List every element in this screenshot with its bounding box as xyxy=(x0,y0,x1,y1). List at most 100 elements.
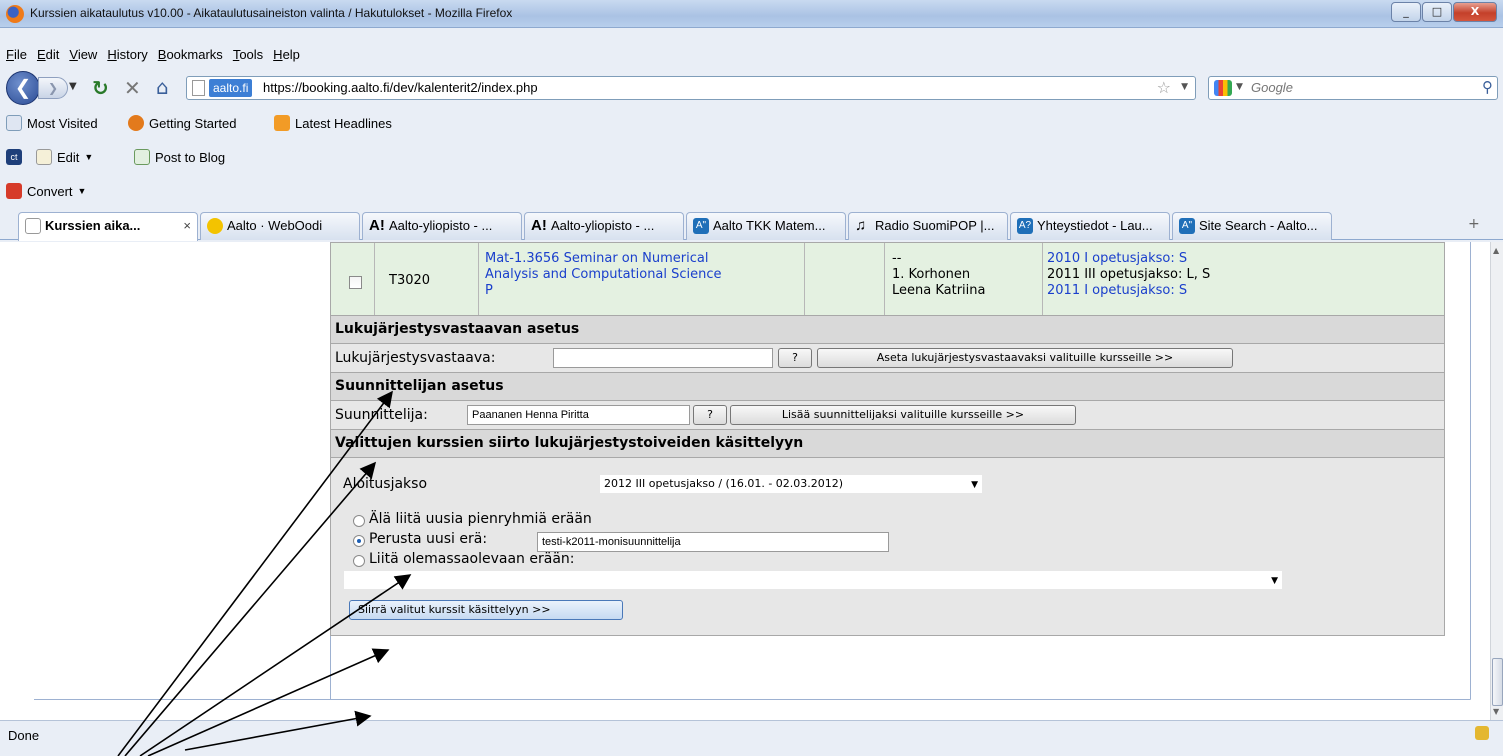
course-checkbox[interactable] xyxy=(349,276,362,289)
period-text: 2011 III opetusjakso: L, S xyxy=(1047,267,1211,282)
planner-input[interactable] xyxy=(467,405,690,425)
tab-yhteystiedot[interactable]: A? Yhteystiedot - Lau... xyxy=(1010,212,1170,240)
existing-batch-select[interactable]: ▼ xyxy=(343,570,1283,590)
search-icon[interactable]: ⚲ xyxy=(1482,78,1493,96)
aalto-quote-icon: A" xyxy=(1179,218,1195,234)
responsible-label: Lukujärjestysvastaava: xyxy=(335,350,496,366)
music-note-icon: ♫ xyxy=(855,217,867,234)
aalto-logo-icon: A! xyxy=(369,217,385,234)
bookmarks-toolbar: Most Visited Getting Started Latest Head… xyxy=(0,112,1503,138)
menu-bookmarks[interactable]: Bookmarks xyxy=(158,44,223,66)
tab-kurssien-aikataulutus[interactable]: Kurssien aika... × xyxy=(18,212,198,241)
forward-button[interactable]: ❯ xyxy=(38,77,68,99)
edit-toolbar-button[interactable]: Edit ▼ xyxy=(36,149,93,165)
blog-icon xyxy=(134,149,150,165)
vertical-scrollbar[interactable]: ▲ ▼ xyxy=(1490,242,1503,720)
url-bar[interactable]: aalto.fi https://booking.aalto.fi/dev/ka… xyxy=(186,76,1196,100)
start-period-label: Aloitusjakso xyxy=(343,476,428,492)
menu-tools[interactable]: Tools xyxy=(233,44,263,66)
bookmark-getting-started[interactable]: Getting Started xyxy=(128,115,236,131)
radio-existing-batch[interactable] xyxy=(353,555,365,567)
firefox-icon xyxy=(128,115,144,131)
ct-logo-icon: ct xyxy=(6,149,22,165)
padlock-icon xyxy=(1475,726,1489,740)
page-icon xyxy=(192,80,205,96)
set-responsible-button[interactable]: Aseta lukujärjestysvastaavaksi valituill… xyxy=(817,348,1233,368)
edit-pencil-icon xyxy=(36,149,52,165)
aalto-question-icon: A? xyxy=(1017,218,1033,234)
radio-no-new-groups[interactable] xyxy=(353,515,365,527)
start-period-select[interactable]: 2012 III opetusjakso / (16.01. - 02.03.2… xyxy=(599,474,983,494)
bookmark-latest-headlines[interactable]: Latest Headlines xyxy=(274,115,392,131)
new-tab-icon[interactable]: + xyxy=(1468,216,1480,232)
course-name-link[interactable]: Mat-1.3656 Seminar on Numerical Analysis… xyxy=(485,251,805,299)
transfer-section-heading: Valittujen kurssien siirto lukujärjestys… xyxy=(330,430,1445,458)
planner-section-heading: Suunnittelijan asetus xyxy=(330,373,1445,401)
period-link[interactable]: 2010 I opetusjakso: S xyxy=(1047,251,1210,267)
firefox-logo-icon xyxy=(6,5,24,23)
stop-button[interactable]: ✕ xyxy=(124,76,141,100)
responsible-input[interactable] xyxy=(553,348,773,368)
aalto-logo-icon: A! xyxy=(531,217,547,234)
url-dropdown-icon[interactable]: ▼ xyxy=(1181,82,1188,92)
bookmark-star-icon[interactable]: ☆ xyxy=(1157,78,1171,97)
bookmark-most-visited[interactable]: Most Visited xyxy=(6,115,98,131)
add-planner-button[interactable]: Lisää suunnittelijaksi valituille kursse… xyxy=(730,405,1076,425)
menu-view[interactable]: View xyxy=(69,44,97,66)
blog-toolbar: ct Edit ▼ Post to Blog xyxy=(0,146,1503,172)
site-identity-button[interactable]: aalto.fi xyxy=(209,79,253,97)
tab-site-search[interactable]: A" Site Search - Aalto... xyxy=(1172,212,1332,240)
page-bottom-rule xyxy=(34,699,1470,700)
window-title: Kurssien aikataulutus v10.00 - Aikataulu… xyxy=(30,6,513,20)
search-engine-dropdown-icon[interactable]: ▼ xyxy=(1236,82,1243,92)
back-button[interactable]: ❮ xyxy=(6,71,40,105)
close-tab-icon[interactable]: × xyxy=(183,213,191,239)
status-bar: Done xyxy=(0,720,1503,756)
scroll-up-icon[interactable]: ▲ xyxy=(1493,246,1499,255)
tab-aalto-yliopisto-2[interactable]: A! Aalto-yliopisto - ... xyxy=(524,212,684,240)
scroll-down-icon[interactable]: ▼ xyxy=(1493,707,1499,716)
aalto-quote-icon: A" xyxy=(693,218,709,234)
menu-history[interactable]: History xyxy=(107,44,147,66)
tab-radio-suomipop[interactable]: ♫ Radio SuomiPOP |... xyxy=(848,212,1008,240)
home-button[interactable]: ⌂ xyxy=(156,75,169,99)
planner-help-button[interactable]: ? xyxy=(693,405,727,425)
url-text[interactable]: https://booking.aalto.fi/dev/kalenterit2… xyxy=(263,80,538,95)
ct-toolbar-button[interactable]: ct xyxy=(6,149,22,165)
period-link[interactable]: 2011 I opetusjakso: S xyxy=(1047,283,1210,299)
table-row: T3020 Mat-1.3656 Seminar on Numerical An… xyxy=(330,242,1445,316)
new-batch-input[interactable] xyxy=(537,532,889,552)
tab-strip: Kurssien aika... × Aalto · WebOodi A! Aa… xyxy=(0,210,1503,241)
radio-new-batch[interactable] xyxy=(353,535,365,547)
search-bar[interactable]: ▼ Google ⚲ xyxy=(1208,76,1498,100)
google-engine-icon[interactable] xyxy=(1214,80,1232,96)
tab-aalto-tkk-matem[interactable]: A" Aalto TKK Matem... xyxy=(686,212,846,240)
close-window-button[interactable]: X xyxy=(1453,2,1497,22)
menu-file[interactable]: File xyxy=(6,44,27,66)
menu-help[interactable]: Help xyxy=(273,44,300,66)
responsible-help-button[interactable]: ? xyxy=(778,348,812,368)
maximize-button[interactable]: □ xyxy=(1422,2,1452,22)
scroll-thumb[interactable] xyxy=(1492,658,1503,706)
convert-button[interactable]: Convert ▼ xyxy=(6,183,86,199)
tab-aalto-yliopisto-1[interactable]: A! Aalto-yliopisto - ... xyxy=(362,212,522,240)
menu-bar: File Edit View History Bookmarks Tools H… xyxy=(0,44,1503,66)
post-to-blog-button[interactable]: Post to Blog xyxy=(134,149,225,165)
responsible-row: Lukujärjestysvastaava: ? Aseta lukujärje… xyxy=(330,344,1445,373)
tab-webOodi[interactable]: Aalto · WebOodi xyxy=(200,212,360,240)
history-dropdown-icon[interactable]: ▼ xyxy=(69,81,77,92)
responsible-section-heading: Lukujärjestysvastaavan asetus xyxy=(330,316,1445,344)
most-visited-icon xyxy=(6,115,22,131)
transfer-courses-button[interactable]: Siirrä valitut kurssit käsittelyyn >> xyxy=(349,600,623,620)
page-icon xyxy=(25,218,41,234)
search-placeholder[interactable]: Google xyxy=(1251,80,1293,95)
reload-button[interactable]: ↻ xyxy=(92,76,109,100)
menu-edit[interactable]: Edit xyxy=(37,44,59,66)
minimize-button[interactable]: _ xyxy=(1391,2,1421,22)
course-teacher: -- 1. Korhonen Leena Katriina xyxy=(892,251,986,298)
convert-toolbar: Convert ▼ xyxy=(0,180,1503,206)
planner-row: Suunnittelija: ? Lisää suunnittelijaksi … xyxy=(330,401,1445,430)
radio-new-batch-label: Perusta uusi erä: xyxy=(369,531,488,547)
page-right-border xyxy=(1470,242,1471,700)
radio-no-new-groups-label: Älä liitä uusia pienryhmiä erään xyxy=(369,511,592,527)
